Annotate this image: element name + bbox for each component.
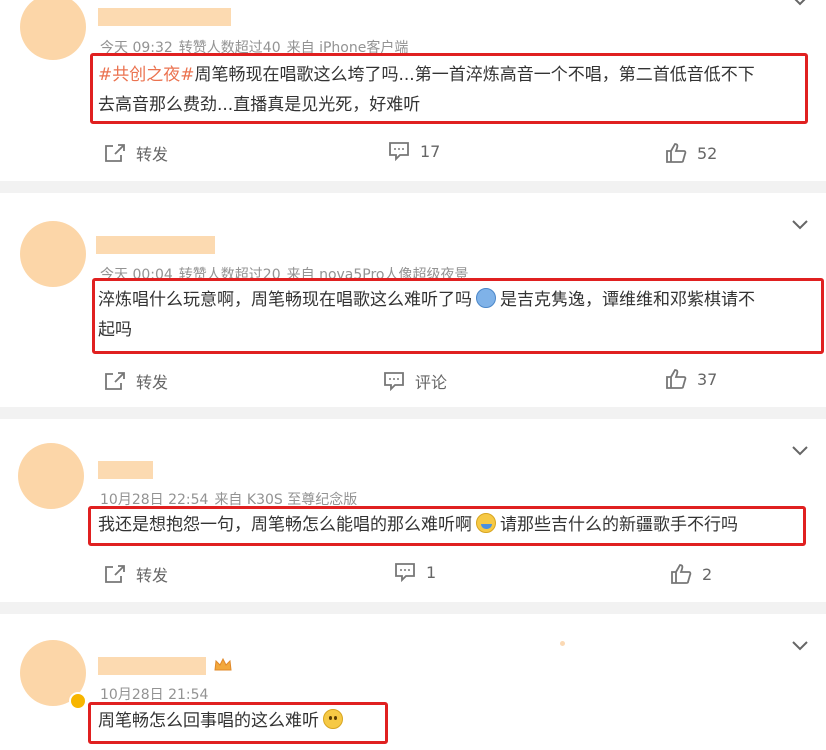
separator xyxy=(0,181,826,193)
like-button[interactable]: 37 xyxy=(665,369,717,389)
timestamp: 10月28日 21:54 xyxy=(100,687,209,703)
comment-count: 17 xyxy=(420,141,441,161)
avatar[interactable] xyxy=(18,443,84,509)
crown-icon xyxy=(214,658,232,671)
repost-label: 转发 xyxy=(136,566,169,585)
comment-card-2: 今天 00:04 转赞人数超过20 来自 nova5Pro人像超级夜景 淬炼唱什么玩… xyxy=(0,193,826,406)
repost-button[interactable]: 转发 xyxy=(104,562,168,586)
username-redacted[interactable] xyxy=(98,8,231,26)
repost-label: 转发 xyxy=(136,373,169,392)
like-count: 52 xyxy=(697,143,718,163)
comment-button[interactable]: 17 xyxy=(388,141,440,161)
username-redacted[interactable] xyxy=(98,461,153,479)
avatar[interactable] xyxy=(20,221,86,287)
comment-label: 评论 xyxy=(415,373,448,392)
separator xyxy=(0,407,826,419)
repost-label: 转发 xyxy=(136,145,169,164)
like-button[interactable]: 2 xyxy=(670,564,712,584)
comment-icon xyxy=(395,563,415,582)
repost-button[interactable]: 转发 xyxy=(104,369,168,393)
chevron-down-icon[interactable] xyxy=(792,446,808,456)
like-count: 37 xyxy=(697,369,718,389)
comment-card-3: 10月28日 22:54 来自 K30S 至尊纪念版 我还是想抱怨一句，周笔畅怎么… xyxy=(0,419,826,601)
username-redacted[interactable] xyxy=(98,657,206,675)
thumbs-up-icon xyxy=(671,564,692,584)
highlight-box xyxy=(92,278,824,354)
comment-button[interactable]: 评论 xyxy=(383,369,447,393)
avatar[interactable] xyxy=(20,0,86,60)
like-button[interactable]: 52 xyxy=(665,143,717,163)
chevron-down-icon[interactable] xyxy=(792,0,808,6)
verified-badge-icon xyxy=(69,692,87,710)
thumbs-up-icon xyxy=(666,143,687,163)
comment-meta: 10月28日 21:54 xyxy=(100,684,214,704)
decoration-dot xyxy=(560,641,565,646)
separator xyxy=(0,602,826,614)
highlight-box xyxy=(90,53,808,124)
like-count: 2 xyxy=(702,564,713,584)
comment-icon xyxy=(384,372,404,391)
highlight-box xyxy=(88,702,388,744)
highlight-box xyxy=(88,506,806,546)
comment-button[interactable]: 1 xyxy=(394,562,436,582)
comment-count: 1 xyxy=(426,562,437,582)
share-icon xyxy=(105,565,125,583)
share-icon xyxy=(105,144,125,162)
chevron-down-icon[interactable] xyxy=(792,641,808,651)
repost-button[interactable]: 转发 xyxy=(104,141,168,165)
comment-card-1: 今天 09:32 转赞人数超过40 来自 iPhone客户端 #共创之夜#周笔畅现在… xyxy=(0,0,826,180)
chevron-down-icon[interactable] xyxy=(792,220,808,230)
share-icon xyxy=(105,372,125,390)
thumbs-up-icon xyxy=(666,369,687,389)
comment-icon xyxy=(389,142,409,161)
username-redacted[interactable] xyxy=(96,236,215,254)
comment-card-4: 10月28日 21:54 周笔畅怎么回事唱的这么难听 xyxy=(0,614,826,750)
